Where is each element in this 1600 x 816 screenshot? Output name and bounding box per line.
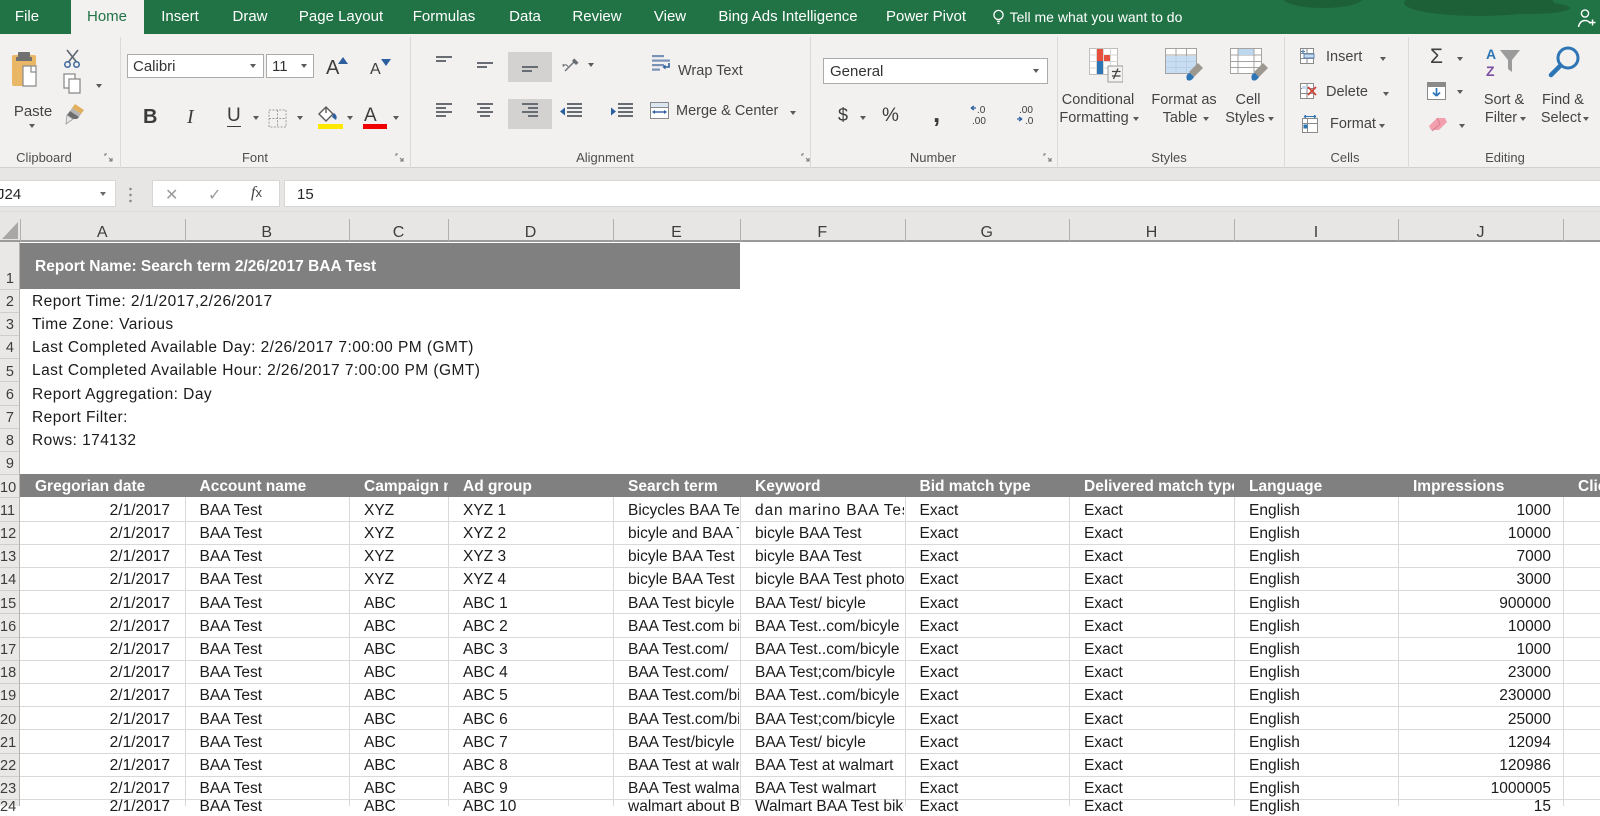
svg-text:.0: .0 — [1025, 116, 1034, 126]
svg-text:.00: .00 — [1019, 105, 1033, 116]
svg-text:.00: .00 — [972, 116, 986, 126]
svg-text:Z: Z — [1486, 63, 1495, 79]
svg-text:.0: .0 — [977, 105, 986, 116]
svg-text:A: A — [1486, 46, 1496, 62]
